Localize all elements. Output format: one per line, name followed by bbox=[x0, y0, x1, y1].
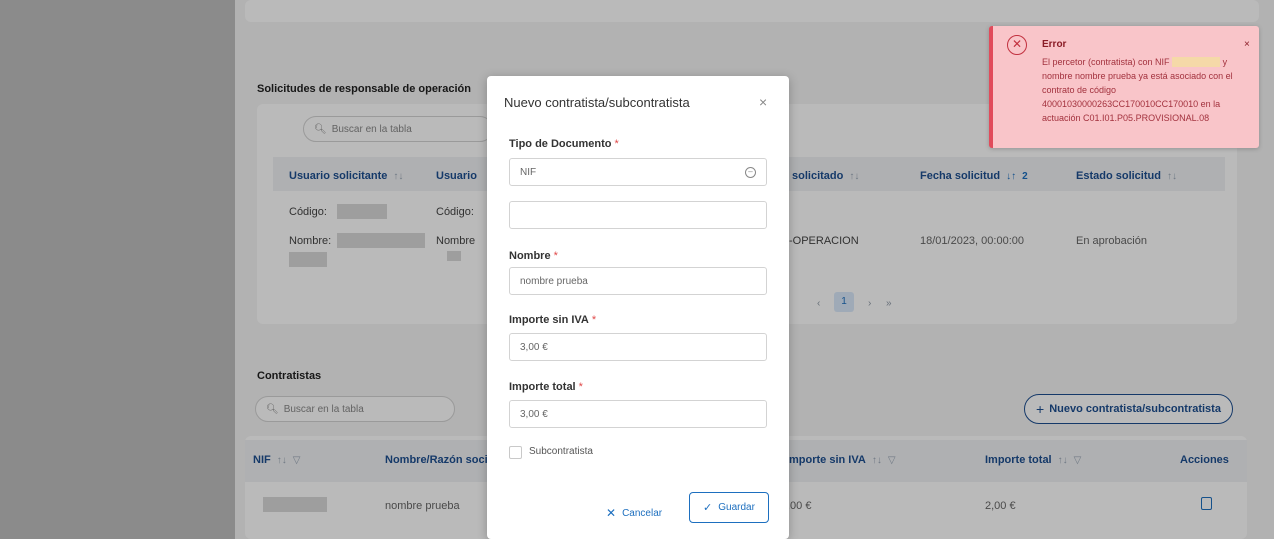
amount-no-vat-input[interactable]: 3,00 € bbox=[509, 333, 767, 361]
clear-icon[interactable]: – bbox=[745, 166, 756, 178]
error-toast: ✕ Error × El percetor (contratista) con … bbox=[989, 26, 1259, 148]
amount-no-vat-label: Importe sin IVA * bbox=[509, 314, 597, 326]
toast-message: El percetor (contratista) con NIF XXXXXX… bbox=[1042, 55, 1254, 125]
subcontractor-label: Subcontratista bbox=[529, 446, 593, 457]
toast-message-part1: El percetor (contratista) con NIF bbox=[1042, 57, 1170, 67]
close-icon: ✕ bbox=[606, 506, 617, 520]
cancel-label: Cancelar bbox=[622, 507, 663, 519]
doc-type-select[interactable]: NIF – bbox=[509, 158, 767, 186]
modal-title: Nuevo contratista/subcontratista bbox=[504, 95, 690, 110]
name-label: Nombre * bbox=[509, 250, 558, 262]
doc-number-input[interactable] bbox=[509, 201, 767, 229]
check-icon: ✓ bbox=[703, 502, 713, 514]
amount-total-input[interactable]: 3,00 € bbox=[509, 400, 767, 428]
toast-close-icon[interactable]: × bbox=[1244, 39, 1250, 50]
new-contractor-modal: Nuevo contratista/subcontratista × Tipo … bbox=[487, 76, 789, 539]
save-button[interactable]: ✓ Guardar bbox=[689, 492, 769, 523]
error-icon: ✕ bbox=[1007, 35, 1027, 55]
save-label: Guardar bbox=[718, 502, 755, 513]
name-input[interactable]: nombre prueba bbox=[509, 267, 767, 295]
doc-type-value: NIF bbox=[520, 166, 537, 178]
redacted-nif-highlight: XXXXXXXX bbox=[1172, 57, 1221, 67]
subcontractor-checkbox[interactable] bbox=[509, 446, 522, 459]
doc-type-label: Tipo de Documento * bbox=[509, 138, 619, 150]
amount-total-label: Importe total * bbox=[509, 381, 583, 393]
cancel-button[interactable]: ✕ Cancelar bbox=[606, 498, 662, 528]
close-icon[interactable]: × bbox=[759, 94, 767, 110]
toast-title: Error bbox=[1042, 39, 1067, 50]
